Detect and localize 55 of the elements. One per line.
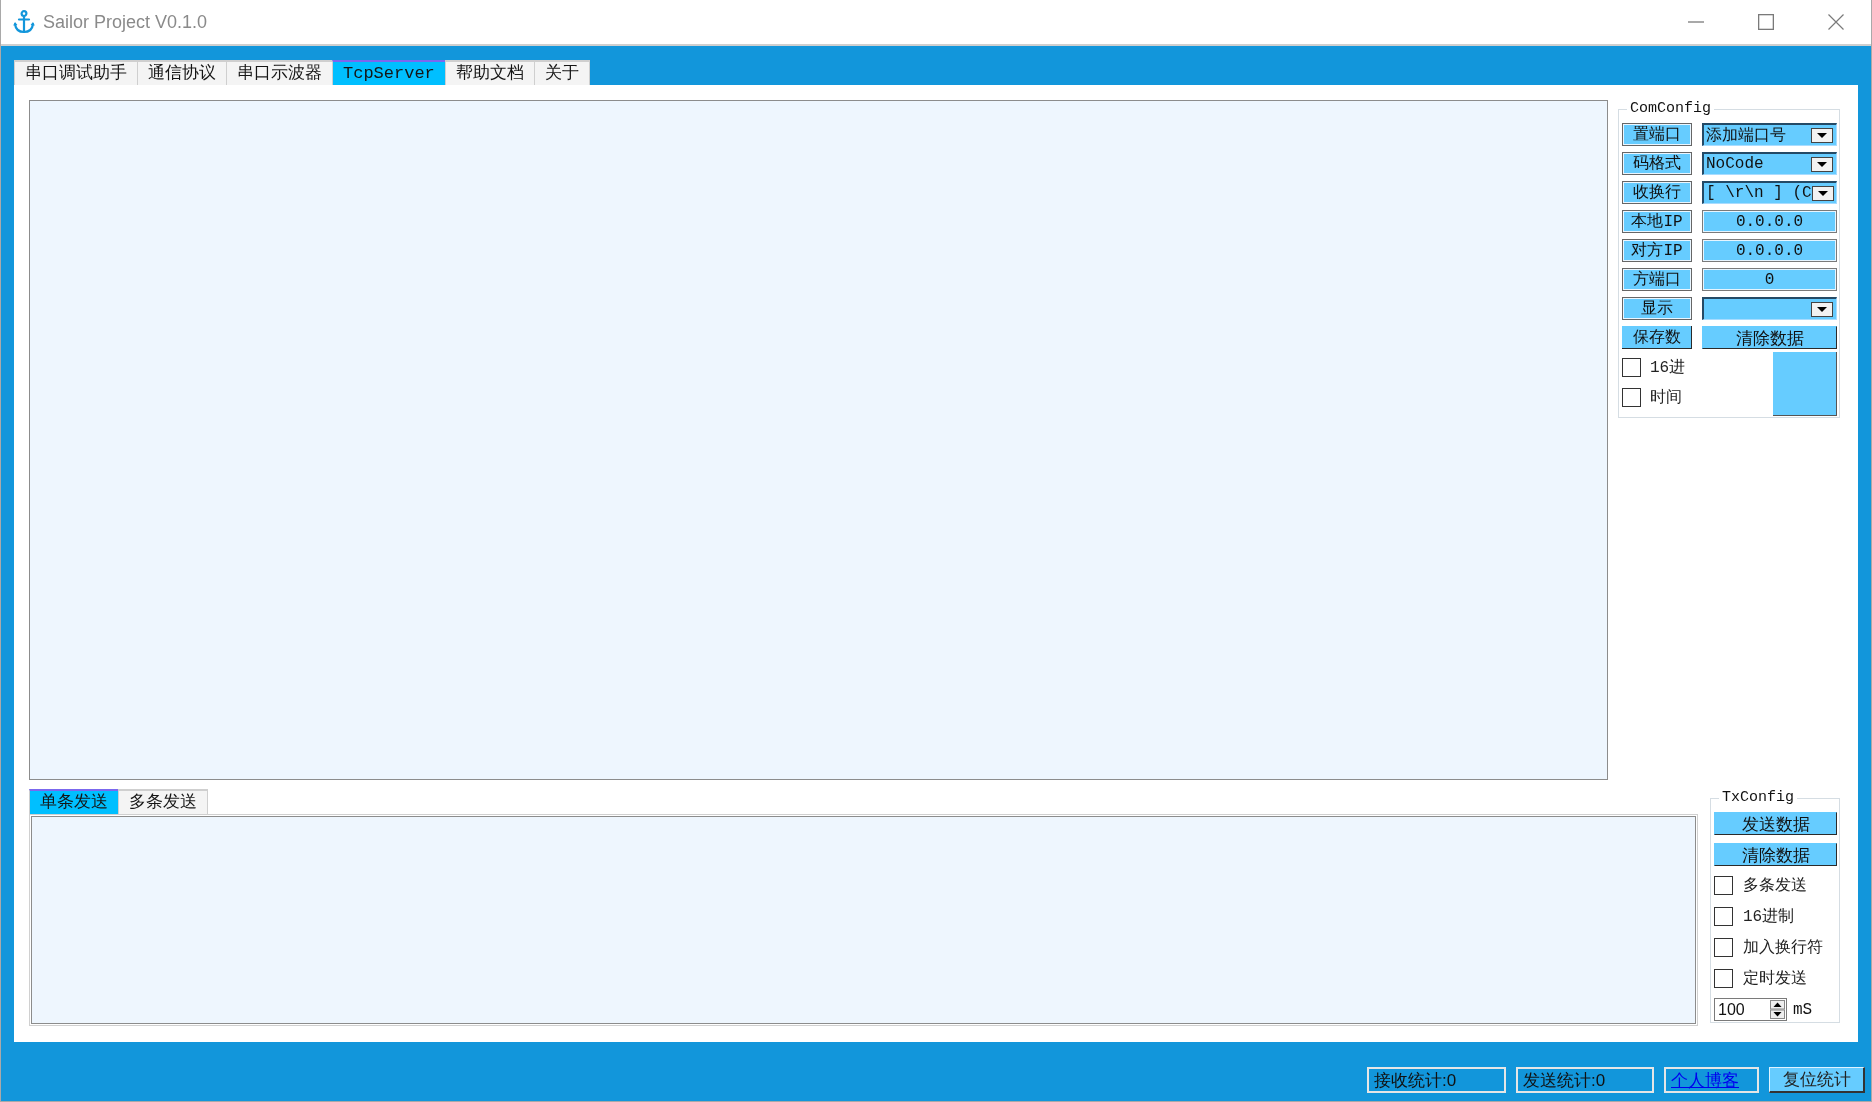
caret-icon[interactable] [1811,156,1833,172]
reset-button[interactable]: 复位统计 [1769,1067,1865,1093]
tab[interactable]: 关于 [533,60,590,85]
tab[interactable]: TcpServer [332,60,446,85]
interval-spinbox[interactable]: 100 [1714,998,1787,1021]
checkbox-label: 16进制 [1743,907,1795,927]
tab[interactable]: 单条发送 [29,789,119,814]
close-icon[interactable] [1828,14,1844,30]
clear-data-button[interactable]: 清除数据 [1702,326,1837,349]
checkbox[interactable] [1714,907,1733,926]
dropdown[interactable]: [ \r\n ] (C [1702,181,1837,204]
tab[interactable]: 帮助文档 [444,60,535,85]
checkbox-label: 时间 [1650,388,1682,408]
checkbox[interactable] [1622,358,1641,377]
checkbox[interactable] [1714,969,1733,988]
status-field: 接收统计:0 [1367,1067,1506,1093]
caret-icon[interactable] [1811,185,1834,201]
checkbox[interactable] [1622,388,1641,407]
maximize-icon[interactable] [1758,14,1774,30]
tab[interactable]: 通信协议 [137,60,227,85]
spin-arrows-icon[interactable] [1770,1000,1785,1019]
status-field: 发送统计:0 [1516,1067,1654,1093]
window-title: Sailor Project V0.1.0 [43,11,208,33]
caret-icon[interactable] [1811,301,1833,317]
value-field[interactable]: 0.0.0.0 [1702,239,1837,262]
save-data-button[interactable]: 保存数 [1622,326,1692,349]
config-label-button[interactable]: 显示 [1622,297,1692,320]
config-label-button[interactable]: 对方IP [1622,239,1692,262]
blank-tile [1773,352,1837,416]
value-field[interactable]: 0.0.0.0 [1702,210,1837,233]
tab[interactable]: 串口示波器 [226,60,333,85]
checkbox-label: 加入换行符 [1743,938,1823,958]
config-label-button[interactable]: 码格式 [1622,152,1692,175]
dropdown[interactable]: 添加端口号 [1702,123,1837,146]
checkbox[interactable] [1714,938,1733,957]
checkbox-label: 定时发送 [1743,969,1807,989]
config-label-button[interactable]: 本地IP [1622,210,1692,233]
tab[interactable]: 多条发送 [118,789,208,814]
checkbox-label: 多条发送 [1743,876,1807,896]
value-field[interactable]: 0 [1702,268,1837,291]
anchor-icon [12,10,36,34]
unit-label: mS [1793,1000,1813,1019]
config-label-button[interactable]: 置端口 [1622,123,1692,146]
config-label-button[interactable]: 收换行 [1622,181,1692,204]
checkbox[interactable] [1714,876,1733,895]
caret-icon[interactable] [1811,127,1833,143]
config-label-button[interactable]: 方端口 [1622,268,1692,291]
dropdown[interactable] [1702,297,1837,320]
group-title: ComConfig [1629,100,1712,118]
tab[interactable]: 串口调试助手 [14,60,138,85]
action-button[interactable]: 发送数据 [1714,812,1837,835]
checkbox-label: 16进 [1650,358,1686,378]
action-button[interactable]: 清除数据 [1714,843,1837,866]
group-title: TxConfig [1721,789,1795,807]
dropdown[interactable]: NoCode [1702,152,1837,175]
